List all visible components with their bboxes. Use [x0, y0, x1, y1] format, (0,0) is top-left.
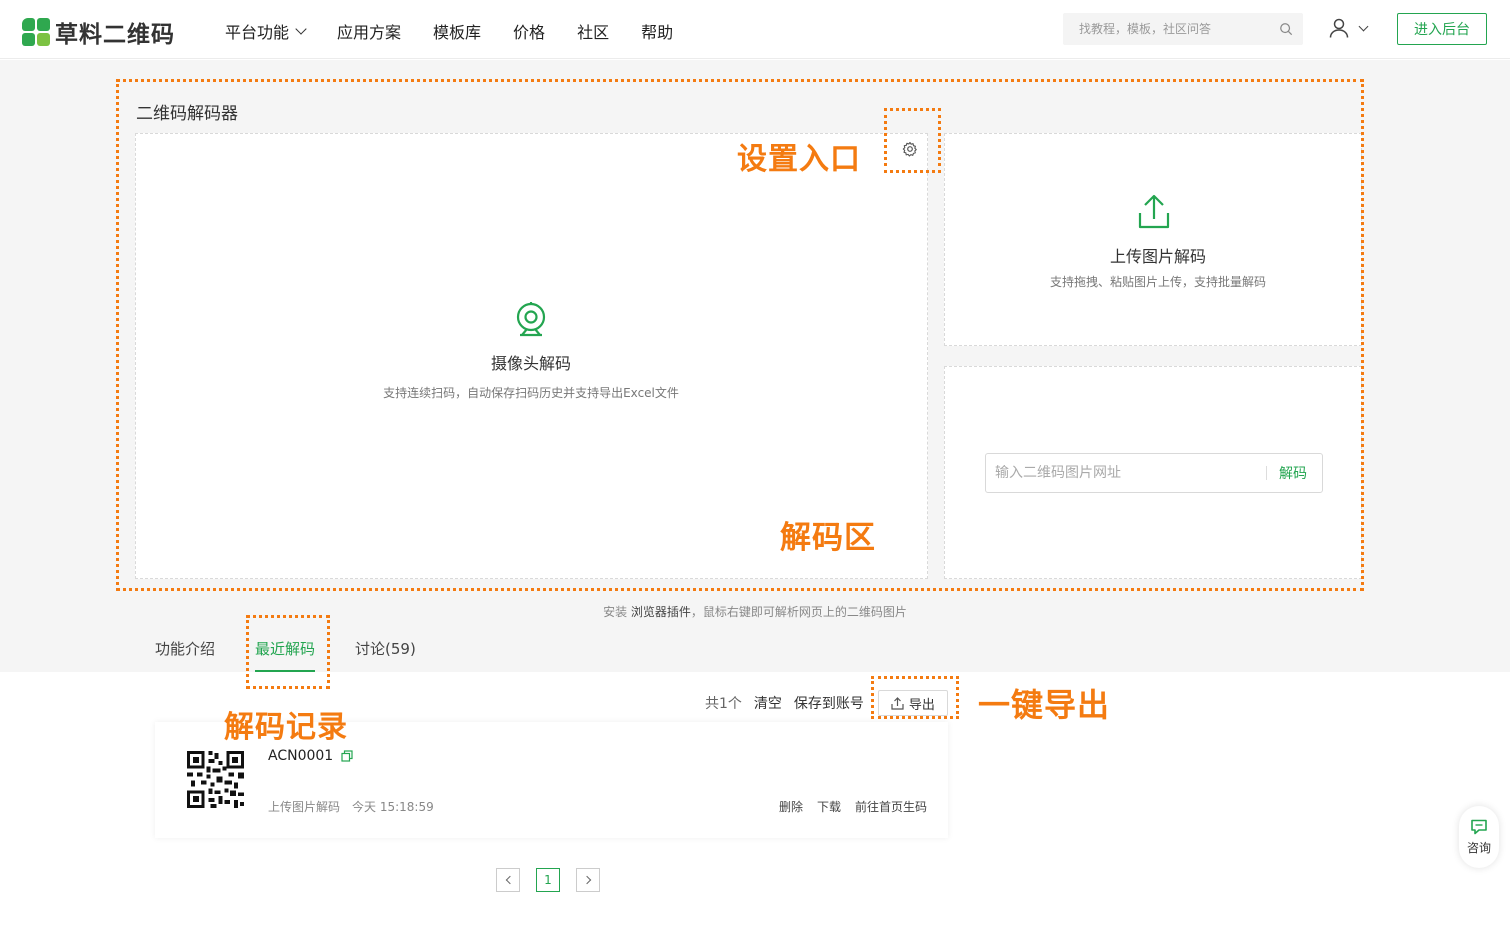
copy-icon[interactable] — [341, 750, 353, 762]
user-menu[interactable] — [1328, 17, 1369, 39]
consult-float-button[interactable]: 咨询 — [1459, 806, 1499, 868]
tab-discussion[interactable]: 讨论(59) — [355, 638, 416, 659]
annotation-settings-label: 设置入口 — [737, 142, 861, 177]
plugin-note-suffix: ，鼠标右键即可解析网页上的二维码图片 — [690, 605, 907, 619]
chevron-down-icon — [1358, 21, 1369, 31]
logo-text: 草料二维码 — [55, 22, 175, 48]
record-time: 今天 15:18:59 — [352, 800, 434, 814]
logo[interactable]: 草料二维码 — [22, 15, 175, 49]
plugin-note-prefix: 安装 — [603, 605, 631, 619]
go-generate-button[interactable]: 前往首页生码 — [855, 798, 927, 815]
record-actions: 删除 下载 前往首页生码 — [779, 798, 927, 815]
nav-label: 社区 — [577, 23, 610, 42]
main-nav: 平台功能 应用方案 模板库 价格 社区 帮助 — [225, 19, 705, 43]
nav-templates[interactable]: 模板库 — [433, 19, 481, 43]
annotation-records-tab-box — [246, 615, 330, 689]
prev-page-button[interactable] — [496, 868, 520, 892]
record-title-text: ACN0001 — [268, 748, 334, 764]
annotation-settings-box — [884, 108, 941, 173]
user-icon — [1329, 18, 1349, 38]
download-record-button[interactable]: 下载 — [817, 798, 841, 815]
annotation-export-label: 一键导出 — [978, 686, 1111, 724]
record-title: ACN0001 — [268, 748, 353, 764]
nav-pricing[interactable]: 价格 — [513, 19, 545, 43]
page-number[interactable]: 1 — [536, 868, 560, 892]
next-page-button[interactable] — [576, 868, 600, 892]
nav-community[interactable]: 社区 — [577, 19, 609, 43]
record-count: 共1个 — [705, 696, 742, 712]
clear-button[interactable]: 清空 — [754, 693, 782, 713]
search-box — [1063, 13, 1303, 45]
browser-plugin-link[interactable]: 浏览器插件 — [631, 605, 691, 619]
consult-label: 咨询 — [1466, 840, 1491, 855]
nav-label: 模板库 — [433, 23, 482, 42]
annotation-records-label: 解码记录 — [224, 710, 348, 745]
chevron-left-icon — [505, 875, 514, 885]
nav-label: 平台功能 — [225, 23, 290, 42]
delete-record-button[interactable]: 删除 — [779, 798, 803, 815]
chevron-right-icon — [582, 875, 591, 885]
qr-code-thumbnail[interactable] — [187, 751, 244, 808]
tab-intro[interactable]: 功能介绍 — [155, 638, 215, 659]
nav-label: 应用方案 — [337, 23, 402, 42]
nav-label: 帮助 — [641, 23, 674, 42]
record-meta: 上传图片解码 今天 15:18:59 — [268, 798, 434, 815]
chat-icon — [1471, 819, 1487, 834]
nav-solutions[interactable]: 应用方案 — [337, 19, 401, 43]
save-to-account-button[interactable]: 保存到账号 — [794, 693, 864, 713]
search-input[interactable] — [1063, 22, 1263, 36]
pagination: 1 — [496, 868, 600, 892]
nav-label: 价格 — [513, 23, 546, 42]
logo-mark-icon — [22, 18, 50, 46]
plugin-note: 安装 浏览器插件，鼠标右键即可解析网页上的二维码图片 — [0, 603, 1510, 620]
nav-help[interactable]: 帮助 — [641, 19, 673, 43]
record-source: 上传图片解码 — [268, 800, 341, 814]
annotation-decode-area-label: 解码区 — [780, 520, 876, 556]
enter-admin-button[interactable]: 进入后台 — [1397, 13, 1487, 45]
chevron-down-icon — [295, 23, 307, 35]
annotation-export-box — [871, 676, 959, 719]
search-icon[interactable] — [1279, 22, 1293, 36]
top-header: 草料二维码 平台功能 应用方案 模板库 价格 社区 帮助 进入后台 — [0, 0, 1510, 59]
nav-platform-features[interactable]: 平台功能 — [225, 19, 307, 43]
